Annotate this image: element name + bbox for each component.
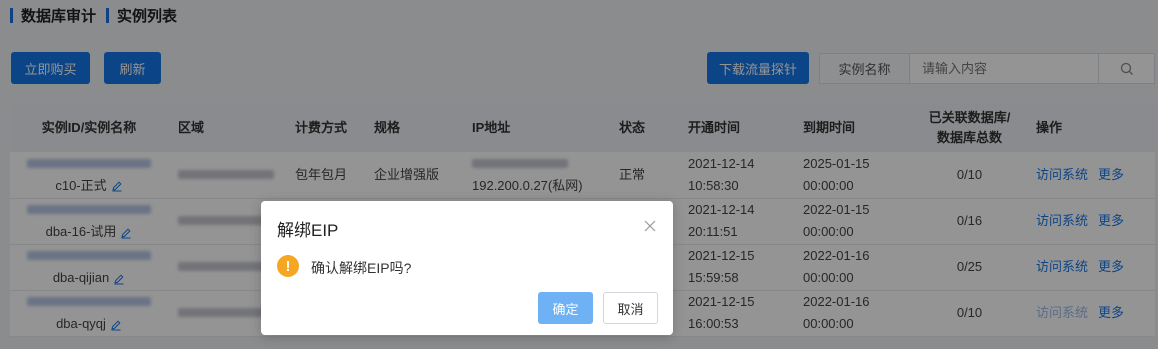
dialog-message: 确认解绑EIP吗?: [311, 260, 412, 276]
close-icon[interactable]: [643, 219, 657, 233]
unbind-eip-dialog: 解绑EIP ! 确认解绑EIP吗? 确定 取消: [261, 201, 673, 335]
warning-icon: !: [277, 255, 299, 277]
dialog-title: 解绑EIP: [277, 221, 339, 240]
confirm-button[interactable]: 确定: [538, 292, 593, 324]
cancel-button[interactable]: 取消: [603, 292, 658, 324]
